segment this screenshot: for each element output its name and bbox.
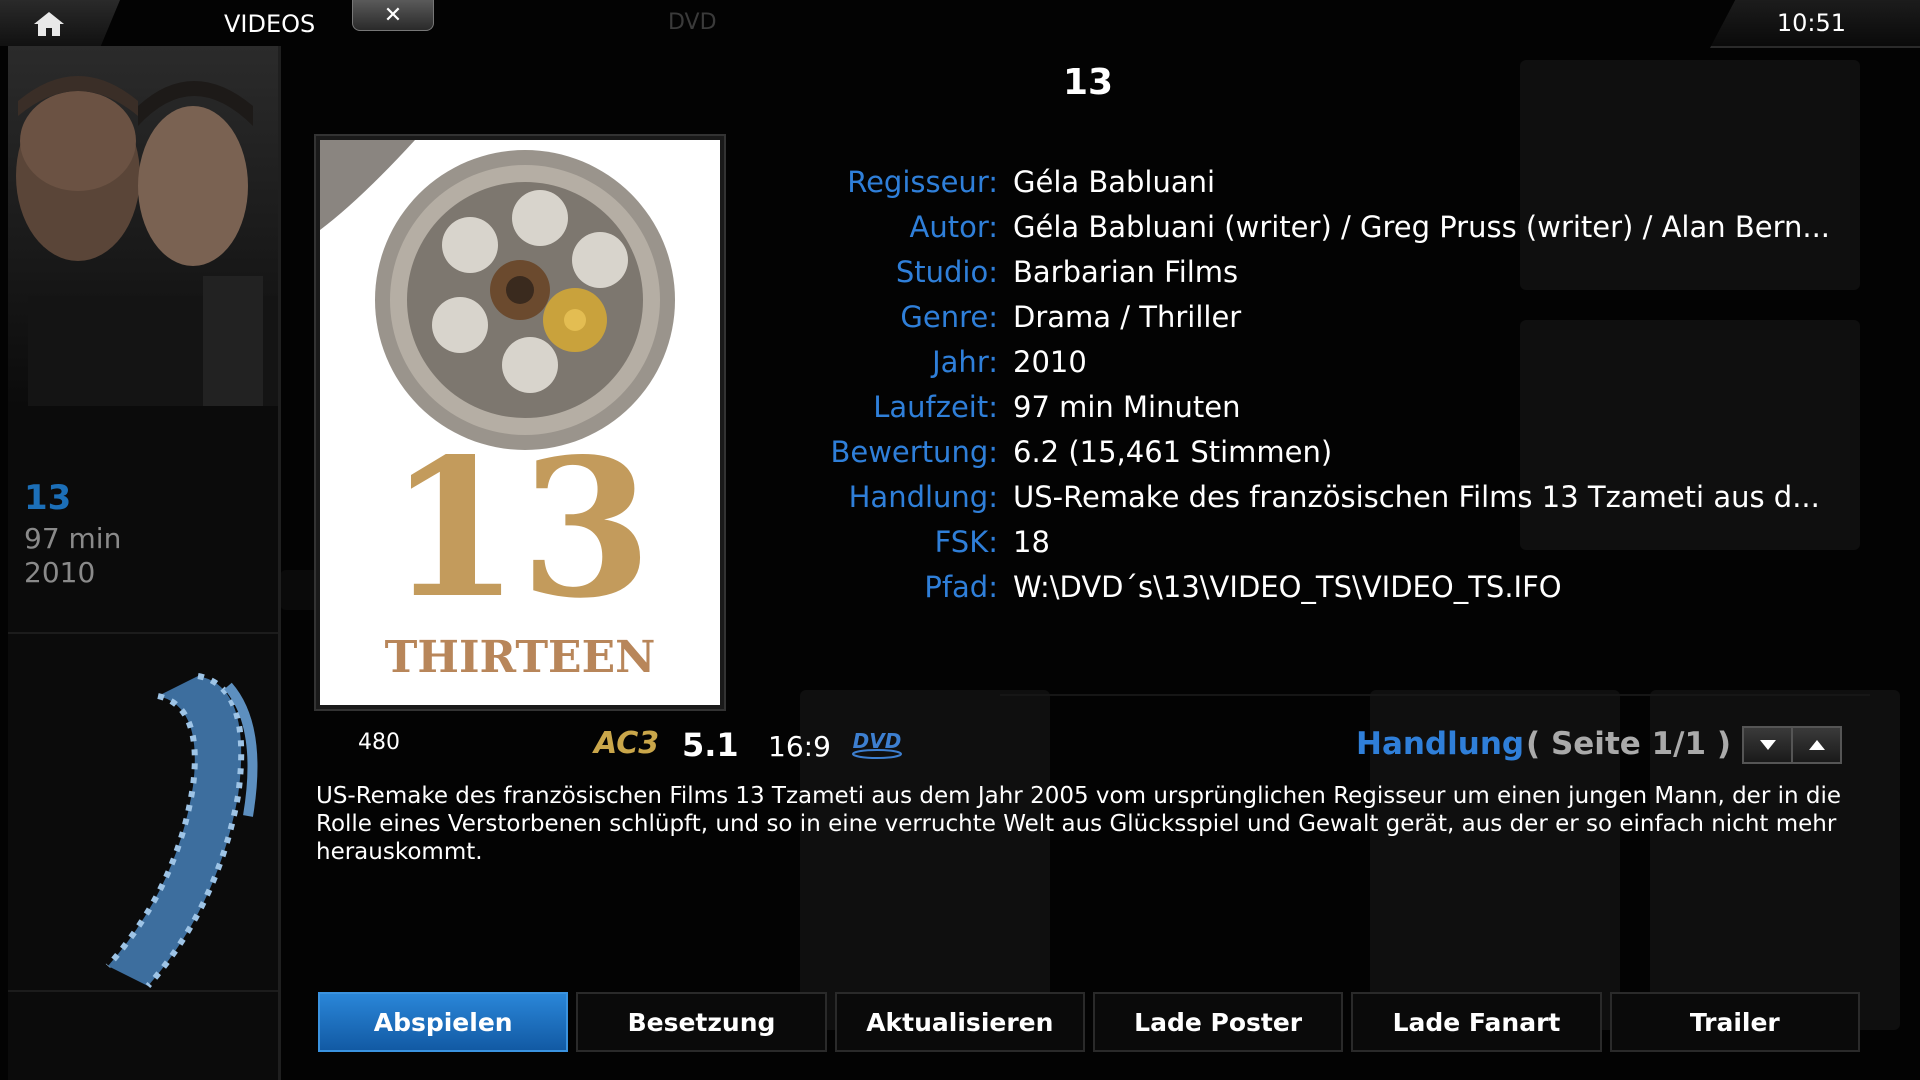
plot-scroll-buttons <box>1742 726 1842 764</box>
fanart-image <box>16 76 278 406</box>
sidebar-runtime: 97 min <box>24 522 122 555</box>
detail-value: Barbarian Films <box>1013 255 1239 289</box>
filmstrip-icon <box>105 673 258 988</box>
detail-value: W:\DVD´s\13\VIDEO_TS\VIDEO_TS.IFO <box>1013 570 1562 604</box>
aspect-ratio-flag: 16:9 <box>768 730 831 763</box>
sidebar-divider-bottom <box>8 990 278 992</box>
detail-label: Jahr: <box>932 345 998 379</box>
detail-row-studio: Studio: Barbarian Films <box>760 255 1870 300</box>
detail-row-runtime: Laufzeit: 97 min Minuten <box>760 390 1870 435</box>
detail-label: Genre: <box>900 300 998 334</box>
sidebar-fanart <box>8 46 278 406</box>
arrow-down-icon <box>1759 740 1776 750</box>
dvd-logo-icon: DVD <box>852 729 902 759</box>
cast-button[interactable]: Besetzung <box>576 992 827 1052</box>
breadcrumb-section: VIDEOS <box>224 10 316 38</box>
detail-row-genre: Genre: Drama / Thriller <box>760 300 1870 345</box>
detail-label: Autor: <box>909 210 998 244</box>
detail-label: Studio: <box>895 255 998 289</box>
detail-row-plot: Handlung: US-Remake des französischen Fi… <box>760 480 1870 525</box>
action-buttons: Abspielen Besetzung Aktualisieren Lade P… <box>318 992 1860 1052</box>
detail-row-mpaa: FSK: 18 <box>760 525 1870 570</box>
detail-row-path: Pfad: W:\DVD´s\13\VIDEO_TS\VIDEO_TS.IFO <box>760 570 1870 615</box>
scroll-down-button[interactable] <box>1744 728 1791 762</box>
sidebar-year: 2010 <box>24 556 96 589</box>
refresh-button[interactable]: Aktualisieren <box>834 992 1085 1052</box>
resolution-flag: 480 <box>358 730 400 755</box>
detail-value: 2010 <box>1013 345 1087 379</box>
home-icon <box>34 12 64 36</box>
detail-value: Drama / Thriller <box>1013 300 1242 334</box>
detail-value: 6.2 (15,461 Stimmen) <box>1013 435 1333 469</box>
get-poster-button[interactable]: Lade Poster <box>1092 992 1344 1052</box>
sidebar: 13 97 min 2010 <box>8 46 281 1080</box>
play-button[interactable]: Abspielen <box>318 992 569 1052</box>
scroll-up-button[interactable] <box>1791 728 1840 762</box>
poster-image: 13 THIRTEEN <box>320 140 720 705</box>
close-button[interactable]: ✕ <box>352 0 434 31</box>
detail-value: US-Remake des französischen Films 13 Tza… <box>1013 480 1820 514</box>
plot-heading: Handlung <box>1356 726 1525 762</box>
get-fanart-button[interactable]: Lade Fanart <box>1351 992 1602 1052</box>
detail-label: Handlung: <box>848 480 998 514</box>
detail-label: FSK: <box>934 525 998 559</box>
audio-channels-flag: 5.1 <box>682 726 739 764</box>
movie-title: 13 <box>1062 62 1114 103</box>
poster-number: 13 <box>388 417 652 640</box>
breadcrumb-sub: DVD <box>668 10 717 35</box>
trailer-button[interactable]: Trailer <box>1609 992 1860 1052</box>
home-button[interactable] <box>0 0 120 46</box>
plot-text[interactable]: US-Remake des französischen Films 13 Tza… <box>316 782 1872 866</box>
details-table: Regisseur: Géla Babluani Autor: Géla Bab… <box>760 165 1870 615</box>
detail-label: Laufzeit: <box>873 390 998 424</box>
detail-label: Regisseur: <box>847 165 998 199</box>
detail-label: Pfad: <box>924 570 998 604</box>
sidebar-divider <box>8 632 278 634</box>
close-icon: ✕ <box>383 2 403 28</box>
detail-value: 18 <box>1013 525 1050 559</box>
audio-codec-flag: AC3 <box>594 726 660 761</box>
detail-row-year: Jahr: 2010 <box>760 345 1870 390</box>
clock: 10:51 <box>1776 9 1846 37</box>
movie-poster: 13 THIRTEEN <box>316 136 724 709</box>
sidebar-title: 13 <box>24 478 72 518</box>
detail-value: Géla Babluani <box>1013 165 1216 199</box>
detail-row-rating: Bewertung: 6.2 (15,461 Stimmen) <box>760 435 1870 480</box>
detail-value: Géla Babluani (writer) / Greg Pruss (wri… <box>1013 210 1831 244</box>
detail-row-director: Regisseur: Géla Babluani <box>760 165 1870 210</box>
detail-label: Bewertung: <box>830 435 998 469</box>
top-bar: VIDEOS DVD ✕ 10:51 <box>0 0 1920 48</box>
details-separator <box>1000 694 1870 696</box>
detail-value: 97 min Minuten <box>1013 390 1241 424</box>
plot-page-info: ( Seite 1/1 ) <box>1526 726 1731 762</box>
detail-row-writer: Autor: Géla Babluani (writer) / Greg Pru… <box>760 210 1870 255</box>
poster-word: THIRTEEN <box>385 632 656 683</box>
arrow-up-icon <box>1808 740 1825 750</box>
